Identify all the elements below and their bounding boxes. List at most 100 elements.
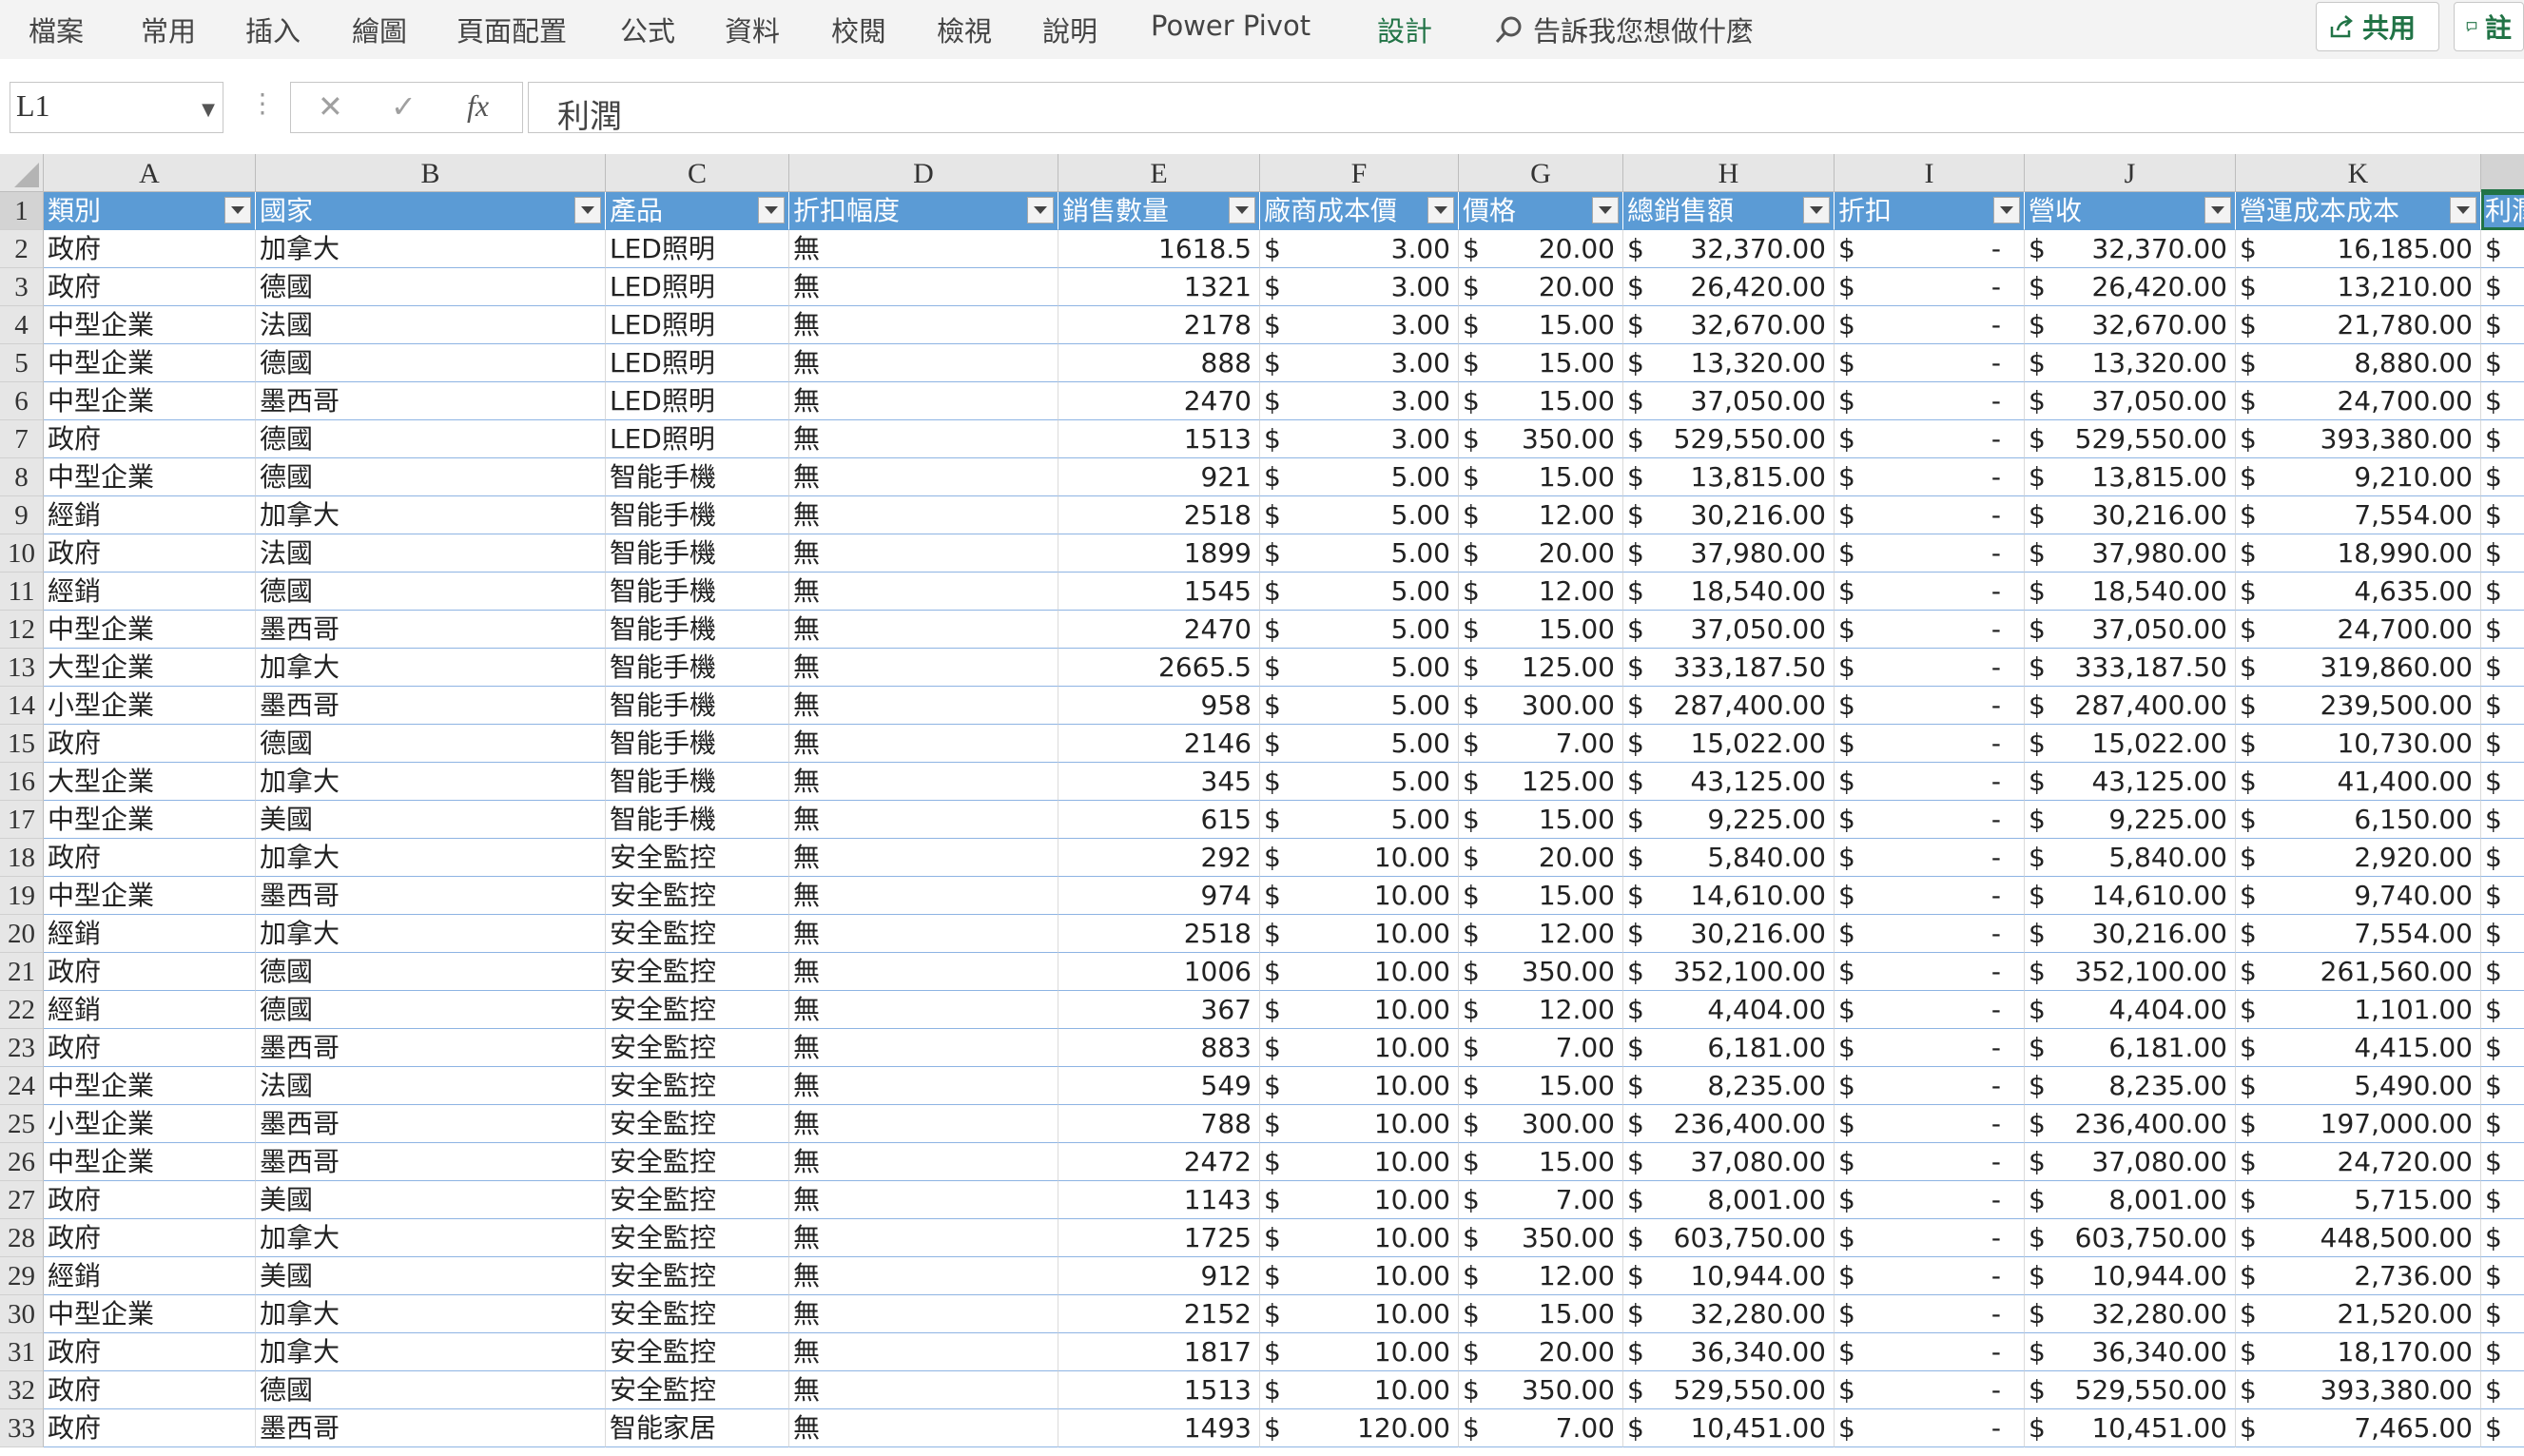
table-cell[interactable]: $393,380.00 [2236, 420, 2481, 458]
table-cell[interactable]: $32,370.00 [1623, 230, 1835, 268]
table-cell[interactable]: 888 [1058, 344, 1260, 382]
table-cell[interactable]: $236,400.00 [1623, 1105, 1835, 1143]
table-cell[interactable]: $30,216.00 [2025, 915, 2236, 953]
table-cell[interactable]: $30,216.00 [2025, 496, 2236, 534]
table-cell[interactable]: $13,320.00 [1623, 344, 1835, 382]
table-cell[interactable]: 墨西哥 [256, 382, 606, 420]
table-cell[interactable]: 2472 [1058, 1143, 1260, 1181]
table-cell[interactable]: $ - [1835, 458, 2025, 496]
table-cell[interactable]: 政府 [44, 1333, 256, 1371]
table-cell[interactable]: $3.00 [1260, 230, 1459, 268]
tab-home[interactable]: 常用 [141, 10, 196, 49]
table-cell[interactable]: $18,170.00 [2236, 1333, 2481, 1371]
table-cell[interactable]: 德國 [256, 268, 606, 306]
table-cell[interactable]: $32,280.00 [2025, 1295, 2236, 1333]
table-cell[interactable]: 無 [789, 420, 1058, 458]
table-cell[interactable]: 367 [1058, 991, 1260, 1029]
table-cell[interactable]: $20.00 [1459, 839, 1623, 877]
table-cell[interactable]: $ - [1835, 687, 2025, 725]
tab-data[interactable]: 資料 [725, 10, 780, 49]
table-cell[interactable]: 加拿大 [256, 1295, 606, 1333]
table-cell[interactable]: 1618.5 [1058, 230, 1260, 268]
table-cell[interactable]: 無 [789, 458, 1058, 496]
table-cell[interactable]: $5.00 [1260, 649, 1459, 687]
table-cell[interactable]: $ - [1835, 382, 2025, 420]
column-header[interactable]: C [606, 154, 789, 192]
header-cell[interactable]: 總銷售額 [1623, 192, 1835, 230]
table-cell[interactable]: 智能手機 [606, 611, 789, 649]
table-cell[interactable]: 安全監控 [606, 1333, 789, 1371]
header-cell[interactable]: 營運成本成本 [2236, 192, 2481, 230]
table-cell[interactable]: 無 [789, 839, 1058, 877]
table-cell[interactable]: 中型企業 [44, 1067, 256, 1105]
formula-bar-resize-handle[interactable]: ⋮ [249, 87, 276, 119]
table-cell[interactable]: 中型企業 [44, 1295, 256, 1333]
table-cell[interactable]: $287,400.00 [1623, 687, 1835, 725]
table-cell[interactable]: $ - [1835, 573, 2025, 611]
table-cell[interactable]: 中型企業 [44, 458, 256, 496]
table-cell[interactable]: $21,780.00 [2236, 306, 2481, 344]
filter-dropdown-icon[interactable] [224, 197, 251, 223]
table-cell[interactable]: $10,944.00 [1623, 1257, 1835, 1295]
table-cell[interactable]: 無 [789, 344, 1058, 382]
table-cell[interactable]: LED照明 [606, 230, 789, 268]
table-cell[interactable]: 2470 [1058, 611, 1260, 649]
table-cell[interactable]: $24,720.00 [2236, 1143, 2481, 1181]
table-cell[interactable]: $ - [1835, 839, 2025, 877]
table-cell[interactable]: $125.00 [1459, 763, 1623, 801]
row-header[interactable]: 2 [0, 230, 44, 268]
table-cell[interactable]: $21,520.00 [2236, 1295, 2481, 1333]
table-cell[interactable]: $43,125.00 [2025, 763, 2236, 801]
table-cell[interactable]: 958 [1058, 687, 1260, 725]
filter-dropdown-icon[interactable] [1229, 197, 1255, 223]
table-cell[interactable]: 智能手機 [606, 458, 789, 496]
table-cell[interactable]: 法國 [256, 1067, 606, 1105]
table-cell[interactable]: $10.00 [1260, 1105, 1459, 1143]
table-cell[interactable]: 政府 [44, 953, 256, 991]
table-cell[interactable]: $15.00 [1459, 1295, 1623, 1333]
table-cell[interactable]: 墨西哥 [256, 1105, 606, 1143]
table-cell[interactable]: $ - [1835, 1067, 2025, 1105]
table-cell[interactable]: $10.00 [1260, 1181, 1459, 1219]
tab-review[interactable]: 校閱 [831, 10, 886, 49]
tab-view[interactable]: 檢視 [937, 10, 992, 49]
table-cell[interactable]: $236,400.00 [2025, 1105, 2236, 1143]
table-cell[interactable]: $32,370.00 [2025, 230, 2236, 268]
table-cell[interactable]: 345 [1058, 763, 1260, 801]
table-cell[interactable]: 加拿大 [256, 649, 606, 687]
table-cell[interactable]: $529,550.00 [2025, 420, 2236, 458]
row-header[interactable]: 11 [0, 573, 44, 611]
row-header[interactable]: 3 [0, 268, 44, 306]
table-cell[interactable]: 788 [1058, 1105, 1260, 1143]
table-cell[interactable]: 安全監控 [606, 991, 789, 1029]
row-header[interactable]: 25 [0, 1105, 44, 1143]
table-cell[interactable]: $20.00 [1459, 1333, 1623, 1371]
table-cell[interactable]: 無 [789, 1409, 1058, 1447]
table-cell[interactable]: $37,080.00 [1623, 1143, 1835, 1181]
table-cell[interactable]: 1725 [1058, 1219, 1260, 1257]
table-cell[interactable]: 無 [789, 1295, 1058, 1333]
table-cell[interactable]: 小型企業 [44, 1105, 256, 1143]
table-cell[interactable]: $15.00 [1459, 1143, 1623, 1181]
table-cell[interactable]: 無 [789, 1143, 1058, 1181]
table-cell[interactable]: $197,000.00 [2236, 1105, 2481, 1143]
table-cell[interactable]: $37,050.00 [2025, 382, 2236, 420]
table-cell[interactable]: $24,700.00 [2236, 611, 2481, 649]
table-cell[interactable]: 無 [789, 1105, 1058, 1143]
table-cell[interactable]: 974 [1058, 877, 1260, 915]
header-cell[interactable]: 廠商成本價 [1260, 192, 1459, 230]
row-header[interactable]: 10 [0, 534, 44, 573]
table-cell[interactable]: 1006 [1058, 953, 1260, 991]
table-cell[interactable]: $ - [1835, 725, 2025, 763]
table-cell[interactable]: $ - [1835, 420, 2025, 458]
table-cell[interactable]: 經銷 [44, 915, 256, 953]
row-header[interactable]: 14 [0, 687, 44, 725]
table-cell[interactable]: $13,815.00 [1623, 458, 1835, 496]
table-cell[interactable]: $7.00 [1459, 1409, 1623, 1447]
table-cell[interactable]: LED照明 [606, 382, 789, 420]
table-cell[interactable]: 2665.5 [1058, 649, 1260, 687]
table-cell[interactable]: 無 [789, 306, 1058, 344]
table-cell[interactable]: $333,187.50 [1623, 649, 1835, 687]
table-cell[interactable]: $7,554.00 [2236, 496, 2481, 534]
row-header[interactable]: 13 [0, 649, 44, 687]
